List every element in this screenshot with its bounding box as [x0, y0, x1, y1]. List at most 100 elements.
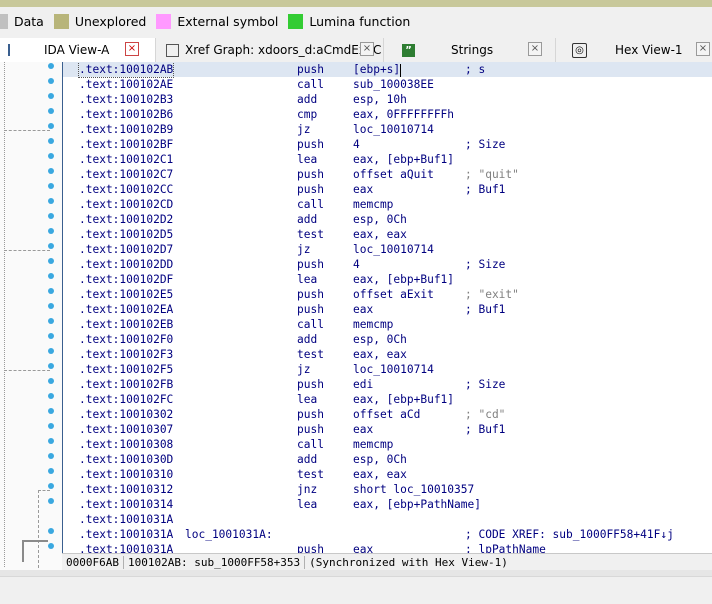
- row-label: loc_1001031A:: [185, 528, 273, 541]
- breakpoint-dot[interactable]: [48, 168, 54, 174]
- listing-row[interactable]: .text:100102D5 test eax, eax: [63, 227, 712, 242]
- breakpoint-dot[interactable]: [48, 408, 54, 414]
- listing-row[interactable]: .text:10010308 call memcmp: [63, 437, 712, 452]
- listing-row[interactable]: .text:10010307 push eax ; Buf1: [63, 422, 712, 437]
- row-comment: ; Size: [465, 258, 506, 271]
- tab-xref-graph[interactable]: Xref Graph: xdoors_d:aCmdExeC ×: [160, 38, 384, 62]
- legend-label-external-symbol: External symbol: [177, 14, 279, 29]
- row-comment: ; lpPathName: [465, 543, 546, 553]
- breakpoint-dot[interactable]: [48, 228, 54, 234]
- listing-row[interactable]: .text:100102B6 cmp eax, 0FFFFFFFFh: [63, 107, 712, 122]
- listing-row[interactable]: .text:1001031A loc_1001031A: ; CODE XREF: …: [63, 527, 712, 542]
- breakpoint-dot[interactable]: [48, 348, 54, 354]
- listing-row[interactable]: .text:100102C1 lea eax, [ebp+Buf1]: [63, 152, 712, 167]
- row-address: .text:10010308: [79, 438, 174, 451]
- breakpoint-dot[interactable]: [48, 423, 54, 429]
- breakpoint-dot[interactable]: [48, 153, 54, 159]
- listing-row[interactable]: .text:100102DF lea eax, [ebp+Buf1]: [63, 272, 712, 287]
- breakpoint-dot[interactable]: [48, 123, 54, 129]
- breakpoint-dot[interactable]: [48, 543, 54, 549]
- row-address: .text:100102FC: [79, 393, 174, 406]
- close-icon[interactable]: ×: [528, 42, 542, 56]
- listing-row[interactable]: .text:100102D2 add esp, 0Ch: [63, 212, 712, 227]
- breakpoint-dot[interactable]: [48, 78, 54, 84]
- listing-row[interactable]: .text:100102F5 jz loc_10010714: [63, 362, 712, 377]
- status-offset: 0000F6AB: [62, 556, 124, 569]
- breakpoint-dot[interactable]: [48, 468, 54, 474]
- close-icon[interactable]: ×: [125, 42, 139, 56]
- tab-ida-view-a[interactable]: IDA View-A ×: [0, 38, 156, 62]
- listing-row[interactable]: .text:100102B3 add esp, 10h: [63, 92, 712, 107]
- breakpoint-dot[interactable]: [48, 498, 54, 504]
- listing-row[interactable]: .text:100102E5 push offset aExit ; "exit": [63, 287, 712, 302]
- row-operands: 4: [353, 138, 360, 151]
- breakpoint-dot[interactable]: [48, 213, 54, 219]
- breakpoint-dot[interactable]: [48, 288, 54, 294]
- listing-row[interactable]: .text:100102CD call memcmp: [63, 197, 712, 212]
- listing-row[interactable]: .text:100102DD push 4 ; Size: [63, 257, 712, 272]
- listing-row[interactable]: .text:10010302 push offset aCd ; "cd": [63, 407, 712, 422]
- row-mnemonic: lea: [297, 393, 318, 406]
- listing-row[interactable]: .text:100102CC push eax ; Buf1: [63, 182, 712, 197]
- listing-row[interactable]: .text:100102F0 add esp, 0Ch: [63, 332, 712, 347]
- legend-swatch-lumina-function: [288, 14, 304, 29]
- breakpoint-dot[interactable]: [48, 393, 54, 399]
- tab-hex-view-1[interactable]: ◎ Hex View-1 ×: [566, 38, 712, 62]
- disassembly-listing[interactable]: .text:100102AB push [ebp+s]; s .text:100102…: [62, 62, 712, 553]
- listing-row[interactable]: .text:100102BF push 4 ; Size: [63, 137, 712, 152]
- breakpoint-dot[interactable]: [48, 108, 54, 114]
- listing-row[interactable]: .text:100102F3 test eax, eax: [63, 347, 712, 362]
- row-address: .text:100102E5: [79, 288, 174, 301]
- breakpoint-dot[interactable]: [48, 363, 54, 369]
- legend-item-unexplored: Unexplored: [53, 14, 147, 29]
- breakpoint-dot[interactable]: [48, 273, 54, 279]
- listing-row[interactable]: .text:100102EB call memcmp: [63, 317, 712, 332]
- breakpoint-dot[interactable]: [48, 243, 54, 249]
- listing-row[interactable]: .text:100102B9 jz loc_10010714: [63, 122, 712, 137]
- row-mnemonic: jnz: [297, 483, 318, 496]
- breakpoint-dot[interactable]: [48, 318, 54, 324]
- breakpoint-dot[interactable]: [48, 183, 54, 189]
- breakpoint-dot[interactable]: [48, 438, 54, 444]
- breakpoint-dot[interactable]: [48, 198, 54, 204]
- listing-row[interactable]: .text:100102AE call sub_100038EE: [63, 77, 712, 92]
- breakpoint-dot[interactable]: [48, 453, 54, 459]
- listing-row[interactable]: .text:100102FB push edi ; Size: [63, 377, 712, 392]
- listing-row[interactable]: .text:100102D7 jz loc_10010714: [63, 242, 712, 257]
- legend-label-unexplored: Unexplored: [74, 14, 147, 29]
- listing-row[interactable]: .text:1001031A push eax ; lpPathName: [63, 542, 712, 553]
- legend-item-data: Data: [0, 14, 44, 29]
- row-mnemonic: push: [297, 288, 324, 301]
- tab-strings[interactable]: ” Strings ×: [396, 38, 556, 62]
- breakpoint-dot[interactable]: [48, 378, 54, 384]
- legend-label-lumina-function: Lumina function: [309, 14, 411, 29]
- breakpoint-dot[interactable]: [48, 303, 54, 309]
- breakpoint-dot[interactable]: [48, 258, 54, 264]
- breakpoint-dot[interactable]: [48, 138, 54, 144]
- row-mnemonic: push: [297, 63, 324, 76]
- listing-row[interactable]: .text:100102C7 push offset aQuit ; "quit": [63, 167, 712, 182]
- breakpoint-dot[interactable]: [48, 333, 54, 339]
- breakpoint-dot[interactable]: [48, 63, 54, 69]
- breakpoint-dot[interactable]: [48, 93, 54, 99]
- listing-row[interactable]: .text:1001030D add esp, 0Ch: [63, 452, 712, 467]
- breakpoint-dot[interactable]: [48, 528, 54, 534]
- listing-row[interactable]: .text:10010312 jnz short loc_10010357: [63, 482, 712, 497]
- listing-row[interactable]: .text:100102AB push [ebp+s] ; s: [63, 62, 712, 78]
- row-operands: edi: [353, 378, 374, 391]
- listing-row[interactable]: .text:100102EA push eax ; Buf1: [63, 302, 712, 317]
- row-address: .text:10010314: [79, 498, 174, 511]
- row-operands: eax: [353, 543, 374, 553]
- flow-arrow-line: [4, 130, 50, 131]
- view-tabbar: IDA View-A × Xref Graph: xdoors_d:aCmdEx…: [0, 38, 712, 63]
- listing-row[interactable]: .text:10010310 test eax, eax: [63, 467, 712, 482]
- close-icon[interactable]: ×: [360, 42, 374, 56]
- close-icon[interactable]: ×: [696, 42, 710, 56]
- listing-row[interactable]: .text:1001031A: [63, 512, 712, 527]
- listing-row[interactable]: .text:100102FC lea eax, [ebp+Buf1]: [63, 392, 712, 407]
- row-operands: short loc_10010357: [353, 483, 475, 496]
- tab-label-ida-view-a: IDA View-A: [44, 43, 110, 57]
- breakpoint-dot[interactable]: [48, 483, 54, 489]
- listing-row[interactable]: .text:10010314 lea eax, [ebp+PathName]: [63, 497, 712, 512]
- legend-item-lumina-function: Lumina function: [288, 14, 410, 29]
